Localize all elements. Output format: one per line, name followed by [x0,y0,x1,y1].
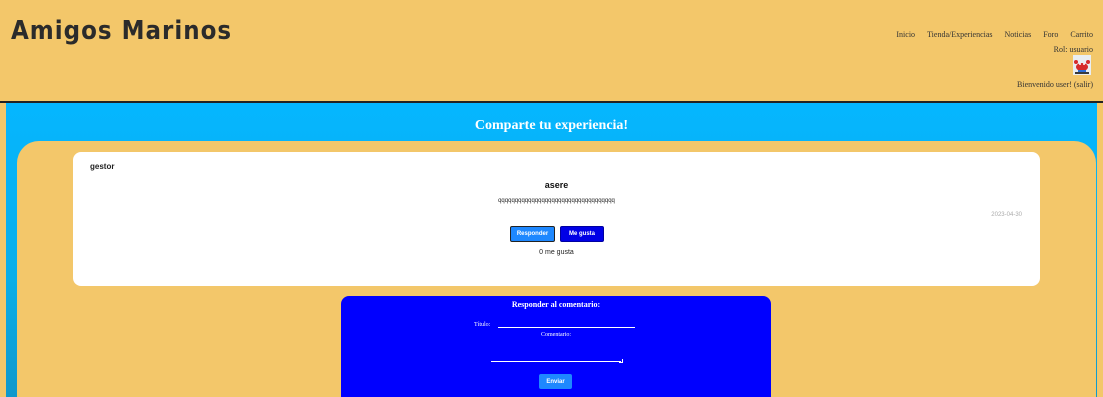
likes-count: 0 me gusta [539,249,574,256]
comment-author: gestor [90,162,115,171]
comment-label: Comentario: [541,332,571,338]
user-role: Rol: usuario [1053,45,1093,54]
comment-body: qqqqqqqqqqqqqqqqqqqqqqqqqqqqqqqqqqq [498,198,615,204]
site-header: Amigos Marinos Inicio Tienda/Experiencia… [0,0,1103,103]
page-title: Comparte tu experiencia! [474,118,629,133]
comment-title: asere [544,180,569,190]
reply-button[interactable]: Responder [510,226,555,242]
textarea-resize-handle[interactable] [619,359,623,363]
nav-item-foro[interactable]: Foro [1043,30,1058,39]
page: Amigos Marinos Inicio Tienda/Experiencia… [0,0,1103,397]
reply-form-title: Responder al comentario: [511,300,601,309]
like-button[interactable]: Me gusta [560,226,604,242]
welcome-logout-link[interactable]: Bienvenido user! (salir) [1017,80,1093,89]
main-nav: Inicio Tienda/Experiencias Noticias Foro… [896,30,1093,39]
nav-item-carrito[interactable]: Carrito [1070,30,1093,39]
crab-avatar-icon [1073,55,1091,75]
comment-date: 2023-04-30 [991,212,1022,218]
comment-card: gestor asere qqqqqqqqqqqqqqqqqqqqqqqqqqq… [73,152,1040,286]
nav-item-noticias[interactable]: Noticias [1005,30,1032,39]
nav-item-tienda[interactable]: Tienda/Experiencias [927,30,992,39]
send-button[interactable]: Enviar [539,374,572,389]
nav-item-inicio[interactable]: Inicio [896,30,915,39]
site-logo[interactable]: Amigos Marinos [11,16,232,45]
title-label: Título: [474,322,491,328]
reply-form: Responder al comentario: Título: Comenta… [341,296,771,397]
comment-textarea[interactable] [491,343,621,362]
title-input[interactable] [498,320,635,328]
